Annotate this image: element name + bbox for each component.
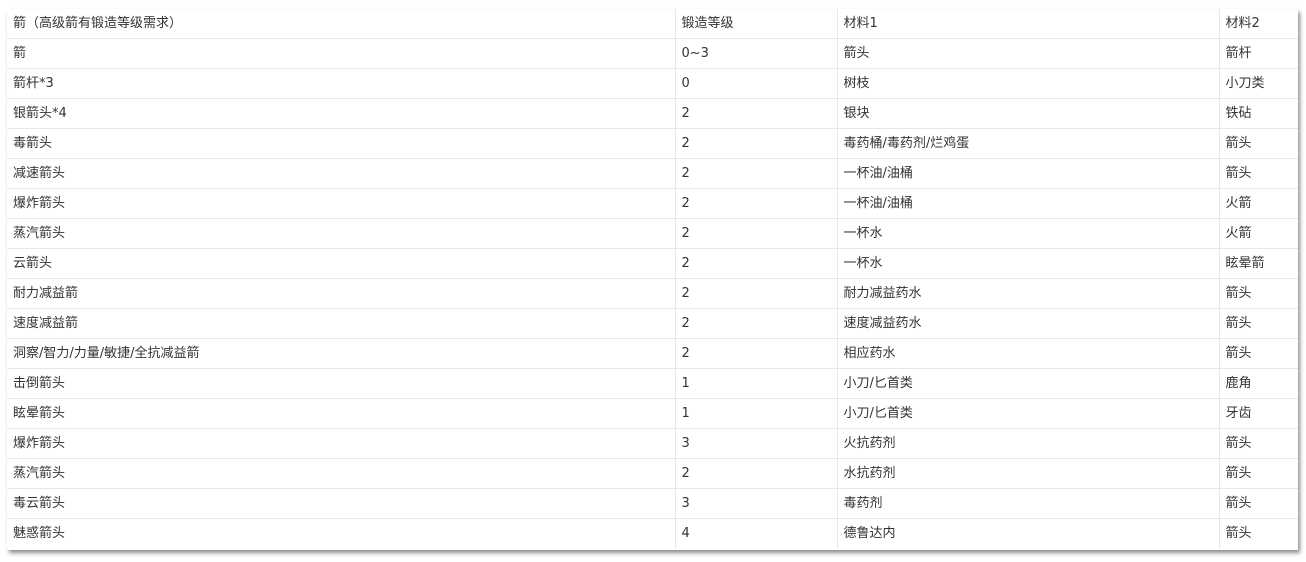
- cell-item-name: 眩晕箭头: [7, 398, 676, 429]
- cell-material-1: 毒药剂: [837, 488, 1220, 519]
- cell-material-1: 银块: [837, 98, 1220, 129]
- cell-forge-level: 3: [675, 428, 838, 459]
- table-row: 蒸汽箭头 2 水抗药剂 箭头: [7, 458, 1298, 489]
- cell-item-name: 魅惑箭头: [7, 518, 676, 548]
- cell-forge-level: 3: [675, 488, 838, 519]
- cell-material-1: 毒药桶/毒药剂/烂鸡蛋: [837, 128, 1220, 159]
- cell-forge-level: 2: [675, 128, 838, 159]
- cell-material-2: 箭头: [1219, 488, 1298, 519]
- cell-item-name: 蒸汽箭头: [7, 458, 676, 489]
- cell-material-2: 箭头: [1219, 458, 1298, 489]
- table-row: 速度减益箭 2 速度减益药水 箭头: [7, 308, 1298, 339]
- table-row: 毒云箭头 3 毒药剂 箭头: [7, 488, 1298, 519]
- cell-material-1: 速度减益药水: [837, 308, 1220, 339]
- cell-material-1: 德鲁达内: [837, 518, 1220, 548]
- cell-forge-level: 0~3: [675, 38, 838, 69]
- cell-item-name: 毒云箭头: [7, 488, 676, 519]
- cell-material-2: 铁砧: [1219, 98, 1298, 129]
- cell-material-2: 小刀类: [1219, 68, 1298, 99]
- cell-material-1: 一杯水: [837, 218, 1220, 249]
- cell-material-2: 箭头: [1219, 338, 1298, 369]
- cell-item-name: 箭杆*3: [7, 68, 676, 99]
- cell-item-name: 洞察/智力/力量/敏捷/全抗减益箭: [7, 338, 676, 369]
- cell-material-1: 小刀/匕首类: [837, 368, 1220, 399]
- header-forge-level: 锻造等级: [675, 9, 838, 39]
- cell-material-1: 水抗药剂: [837, 458, 1220, 489]
- table-row: 箭杆*3 0 树枝 小刀类: [7, 68, 1298, 99]
- cell-material-2: 箭杆: [1219, 38, 1298, 69]
- cell-forge-level: 2: [675, 218, 838, 249]
- header-material-2: 材料2: [1219, 9, 1298, 39]
- table-row: 耐力减益箭 2 耐力减益药水 箭头: [7, 278, 1298, 309]
- cell-forge-level: 4: [675, 518, 838, 548]
- arrow-crafting-table: 箭（高级箭有锻造等级需求） 锻造等级 材料1 材料2 箭 0~3 箭头 箭杆 箭杆*3 0 树枝 小刀…: [7, 9, 1298, 548]
- table-row: 魅惑箭头 4 德鲁达内 箭头: [7, 518, 1298, 548]
- cell-forge-level: 1: [675, 398, 838, 429]
- cell-item-name: 云箭头: [7, 248, 676, 279]
- cell-material-2: 眩晕箭: [1219, 248, 1298, 279]
- table-row: 眩晕箭头 1 小刀/匕首类 牙齿: [7, 398, 1298, 429]
- cell-forge-level: 2: [675, 98, 838, 129]
- cell-material-1: 箭头: [837, 38, 1220, 69]
- cell-material-1: 一杯油/油桶: [837, 188, 1220, 219]
- cell-material-2: 牙齿: [1219, 398, 1298, 429]
- cell-forge-level: 2: [675, 458, 838, 489]
- cell-forge-level: 2: [675, 278, 838, 309]
- table-row: 爆炸箭头 3 火抗药剂 箭头: [7, 428, 1298, 459]
- cell-item-name: 箭: [7, 38, 676, 69]
- cell-material-2: 火箭: [1219, 188, 1298, 219]
- cell-item-name: 耐力减益箭: [7, 278, 676, 309]
- cell-forge-level: 1: [675, 368, 838, 399]
- cell-forge-level: 0: [675, 68, 838, 99]
- cell-forge-level: 2: [675, 308, 838, 339]
- table-row: 银箭头*4 2 银块 铁砧: [7, 98, 1298, 129]
- cell-material-1: 一杯水: [837, 248, 1220, 279]
- cell-material-1: 小刀/匕首类: [837, 398, 1220, 429]
- cell-material-2: 鹿角: [1219, 368, 1298, 399]
- cell-material-2: 箭头: [1219, 158, 1298, 189]
- cell-material-1: 一杯油/油桶: [837, 158, 1220, 189]
- table-row: 击倒箭头 1 小刀/匕首类 鹿角: [7, 368, 1298, 399]
- cell-forge-level: 2: [675, 248, 838, 279]
- cell-item-name: 毒箭头: [7, 128, 676, 159]
- cell-item-name: 银箭头*4: [7, 98, 676, 129]
- cell-forge-level: 2: [675, 158, 838, 189]
- cell-material-2: 箭头: [1219, 278, 1298, 309]
- cell-material-1: 相应药水: [837, 338, 1220, 369]
- crafting-table-frame: 箭（高级箭有锻造等级需求） 锻造等级 材料1 材料2 箭 0~3 箭头 箭杆 箭杆*3 0 树枝 小刀…: [7, 9, 1298, 550]
- table-row: 毒箭头 2 毒药桶/毒药剂/烂鸡蛋 箭头: [7, 128, 1298, 159]
- cell-item-name: 减速箭头: [7, 158, 676, 189]
- table-row: 减速箭头 2 一杯油/油桶 箭头: [7, 158, 1298, 189]
- cell-material-2: 箭头: [1219, 128, 1298, 159]
- table-row: 爆炸箭头 2 一杯油/油桶 火箭: [7, 188, 1298, 219]
- table-row: 洞察/智力/力量/敏捷/全抗减益箭 2 相应药水 箭头: [7, 338, 1298, 369]
- cell-material-1: 树枝: [837, 68, 1220, 99]
- cell-item-name: 击倒箭头: [7, 368, 676, 399]
- cell-item-name: 速度减益箭: [7, 308, 676, 339]
- cell-forge-level: 2: [675, 188, 838, 219]
- cell-material-1: 耐力减益药水: [837, 278, 1220, 309]
- cell-item-name: 爆炸箭头: [7, 188, 676, 219]
- cell-item-name: 蒸汽箭头: [7, 218, 676, 249]
- cell-material-2: 箭头: [1219, 308, 1298, 339]
- cell-forge-level: 2: [675, 338, 838, 369]
- table-row: 箭 0~3 箭头 箭杆: [7, 38, 1298, 69]
- cell-item-name: 爆炸箭头: [7, 428, 676, 459]
- header-material-1: 材料1: [837, 9, 1220, 39]
- cell-material-2: 箭头: [1219, 428, 1298, 459]
- table-row: 蒸汽箭头 2 一杯水 火箭: [7, 218, 1298, 249]
- cell-material-2: 箭头: [1225, 526, 1252, 541]
- cell-material-1: 火抗药剂: [837, 428, 1220, 459]
- cell-material-2: 火箭: [1219, 218, 1298, 249]
- header-item-name: 箭（高级箭有锻造等级需求）: [7, 9, 676, 39]
- table-row: 云箭头 2 一杯水 眩晕箭: [7, 248, 1298, 279]
- table-header-row: 箭（高级箭有锻造等级需求） 锻造等级 材料1 材料2: [7, 9, 1298, 39]
